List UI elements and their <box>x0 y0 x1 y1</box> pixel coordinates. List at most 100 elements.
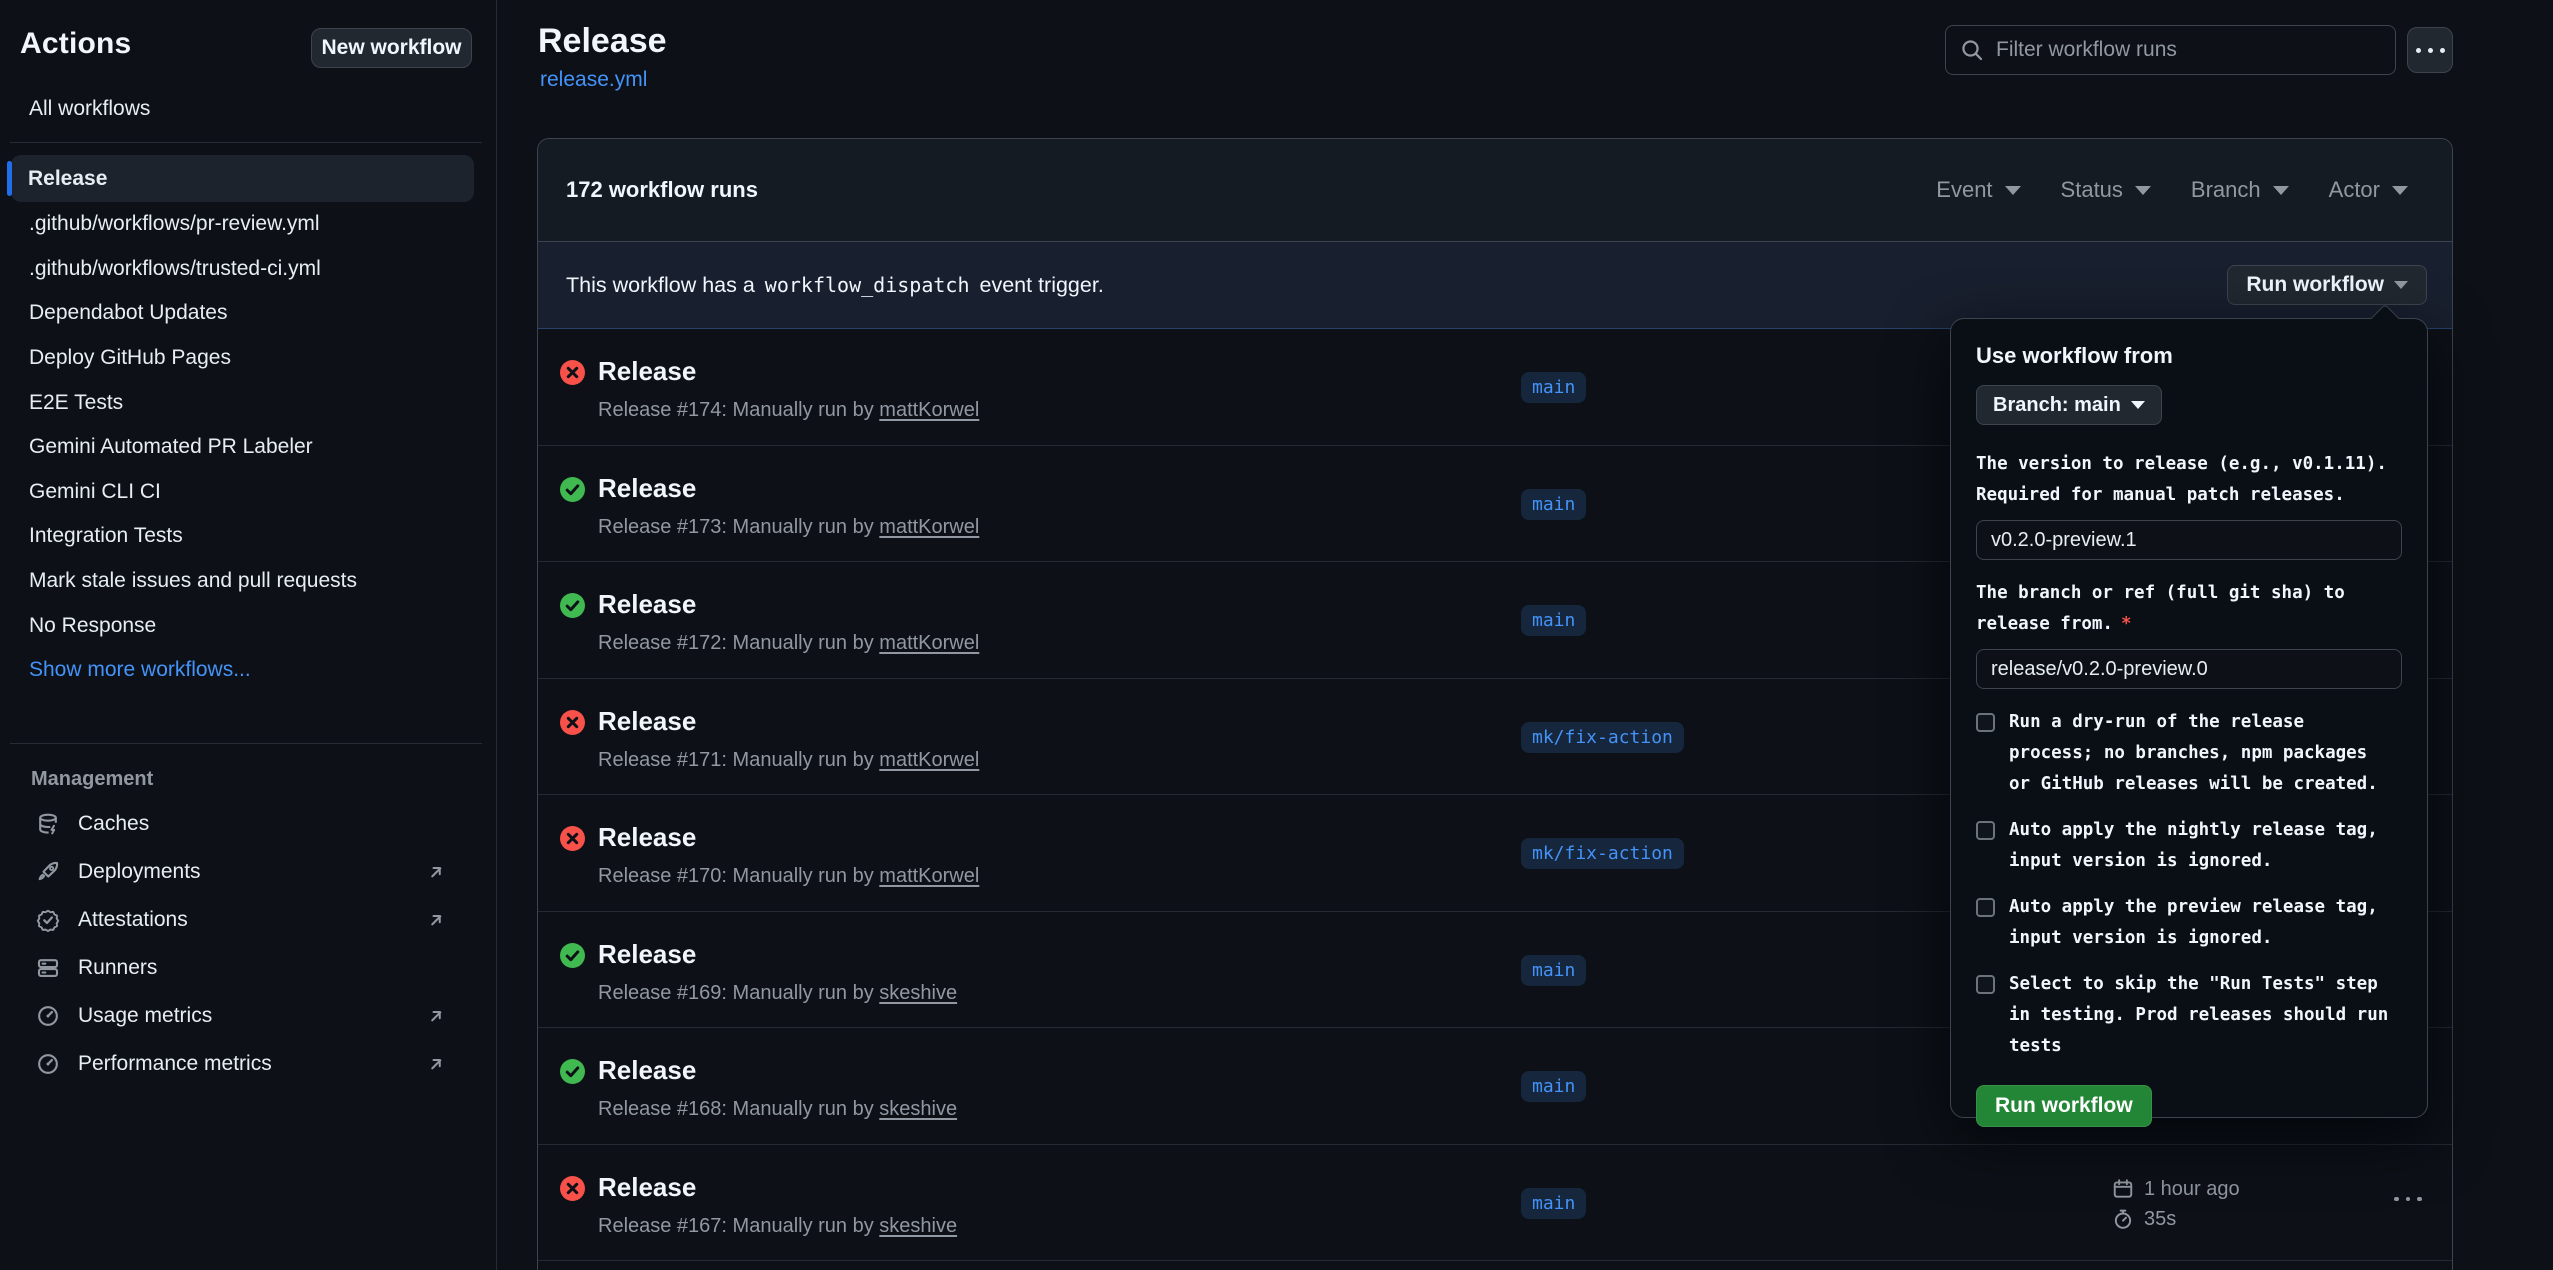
sidebar-title: Actions <box>20 27 131 61</box>
checkbox[interactable] <box>1976 713 1995 732</box>
run-kebab-menu[interactable] <box>2394 1197 2422 1202</box>
sidebar-divider <box>10 142 482 143</box>
sidebar-item-selected-workflow[interactable]: Release <box>11 155 474 202</box>
run-description: Release #172: Manually run by mattKorwel <box>598 632 979 655</box>
sidebar-item-attestations[interactable]: Attestations <box>12 896 474 944</box>
new-workflow-button[interactable]: New workflow <box>311 28 472 68</box>
run-title-link[interactable]: Release <box>598 1172 696 1203</box>
branch-badge[interactable]: main <box>1521 372 1586 403</box>
runs-count: 172 workflow runs <box>566 177 758 203</box>
branch-badge[interactable]: main <box>1521 955 1586 986</box>
run-description: Release #167: Manually run by skeshive <box>598 1215 957 1238</box>
ref-input[interactable] <box>1976 649 2402 689</box>
sidebar-item-runners[interactable]: Runners <box>12 944 474 992</box>
run-actor-link[interactable]: mattKorwel <box>879 749 979 771</box>
checkbox[interactable] <box>1976 821 1995 840</box>
version-field-label: The version to release (e.g., v0.1.11). … <box>1976 449 2402 511</box>
version-input[interactable] <box>1976 520 2402 560</box>
sidebar-item-workflow[interactable]: Dependabot Updates <box>12 291 474 336</box>
workflow-options-list: Run a dry-run of the release process; no… <box>1976 707 2402 1062</box>
sidebar-item-workflow[interactable]: No Response <box>12 603 474 648</box>
run-description: Release #173: Manually run by mattKorwel <box>598 516 979 539</box>
banner-suffix: event trigger. <box>980 273 1104 298</box>
sidebar-item-workflow[interactable]: Deploy GitHub Pages <box>12 336 474 381</box>
run-title-link[interactable]: Release <box>598 706 696 737</box>
run-actor-link[interactable]: skeshive <box>879 1098 957 1120</box>
runs-filter-actor[interactable]: Actor <box>2329 177 2408 203</box>
run-workflow-submit-button[interactable]: Run workflow <box>1976 1085 2152 1127</box>
branch-badge[interactable]: mk/fix-action <box>1521 838 1684 869</box>
kebab-icon <box>2416 48 2445 53</box>
branch-selector-button[interactable]: Branch: main <box>1976 385 2162 425</box>
branch-badge[interactable]: main <box>1521 489 1586 520</box>
workflow-file-link[interactable]: release.yml <box>540 68 647 92</box>
sidebar-item-usage-metrics[interactable]: Usage metrics <box>12 992 474 1040</box>
run-meta: 1 hour ago 35s <box>2112 1178 2240 1231</box>
sidebar-item-deployments[interactable]: Deployments <box>12 848 474 896</box>
runs-filter-label: Branch <box>2191 177 2261 203</box>
chevron-down-icon <box>2005 186 2021 195</box>
branch-badge[interactable]: main <box>1521 1071 1586 1102</box>
sidebar-item-workflow[interactable]: Gemini Automated PR Labeler <box>12 425 474 470</box>
run-title-link[interactable]: Release <box>598 356 696 387</box>
success-check-icon <box>560 1059 585 1084</box>
sidebar-item-all-workflows[interactable]: All workflows <box>12 86 474 131</box>
workflow-option-checkbox-row[interactable]: Auto apply the preview release tag, inpu… <box>1976 892 2402 954</box>
run-title-link[interactable]: Release <box>598 1055 696 1086</box>
workflow-option-checkbox-row[interactable]: Run a dry-run of the release process; no… <box>1976 707 2402 800</box>
meter-icon <box>36 1004 60 1028</box>
failure-x-icon <box>560 1176 585 1201</box>
run-title-link[interactable]: Release <box>598 589 696 620</box>
run-actor-link[interactable]: skeshive <box>879 1215 957 1237</box>
workflow-option-checkbox-row[interactable]: Select to skip the "Run Tests" step in t… <box>1976 969 2402 1062</box>
runs-filter-event[interactable]: Event <box>1936 177 2020 203</box>
sidebar-item-workflow[interactable]: .github/workflows/pr-review.yml <box>12 202 474 247</box>
github-actions-page: Actions New workflow All workflows Relea… <box>0 0 2553 1270</box>
sidebar-item-workflow[interactable]: E2E Tests <box>12 380 474 425</box>
sidebar-item-workflow[interactable]: Integration Tests <box>12 514 474 559</box>
sidebar-item-workflow[interactable]: Gemini CLI CI <box>12 470 474 515</box>
run-actor-link[interactable]: mattKorwel <box>879 516 979 538</box>
sidebar-item-workflow[interactable]: Mark stale issues and pull requests <box>12 559 474 604</box>
run-actor-link[interactable]: mattKorwel <box>879 399 979 421</box>
success-check-icon <box>560 943 585 968</box>
run-title-link[interactable]: Release <box>598 822 696 853</box>
runs-card-header: 172 workflow runs Event Status Branch Ac… <box>538 139 2452 242</box>
checkbox[interactable] <box>1976 975 1995 994</box>
page-kebab-menu-button[interactable] <box>2407 27 2453 73</box>
required-asterisk: * <box>2121 614 2132 634</box>
runs-filter-label: Actor <box>2329 177 2380 203</box>
checkbox-label: Select to skip the "Run Tests" step in t… <box>2009 969 2388 1062</box>
run-workflow-dropdown-button[interactable]: Run workflow <box>2227 265 2427 305</box>
run-description: Release #174: Manually run by mattKorwel <box>598 399 979 422</box>
checkbox[interactable] <box>1976 898 1995 917</box>
banner-event-code: workflow_dispatch <box>765 273 970 297</box>
run-actor-link[interactable]: mattKorwel <box>879 865 979 887</box>
run-description: Release #168: Manually run by skeshive <box>598 1098 957 1121</box>
workflow-option-checkbox-row[interactable]: Auto apply the nightly release tag, inpu… <box>1976 815 2402 877</box>
sidebar-item-caches[interactable]: Caches <box>12 800 474 848</box>
sidebar-item-workflow[interactable]: .github/workflows/trusted-ci.yml <box>12 247 474 292</box>
sidebar-item-performance-metrics[interactable]: Performance metrics <box>12 1040 474 1088</box>
rocket-icon <box>36 860 60 884</box>
external-link-icon <box>426 910 446 930</box>
failure-x-icon <box>560 360 585 385</box>
branch-badge[interactable]: main <box>1521 1188 1586 1219</box>
run-title-link[interactable]: Release <box>598 473 696 504</box>
runs-filter-status[interactable]: Status <box>2061 177 2151 203</box>
sidebar-divider <box>10 743 482 744</box>
run-description: Release #169: Manually run by skeshive <box>598 982 957 1005</box>
branch-badge[interactable]: main <box>1521 605 1586 636</box>
use-workflow-from-label: Use workflow from <box>1976 343 2402 369</box>
management-item-label: Deployments <box>78 860 201 884</box>
management-section-label: Management <box>31 768 153 791</box>
runs-filter-branch[interactable]: Branch <box>2191 177 2289 203</box>
run-actor-link[interactable]: skeshive <box>879 982 957 1004</box>
management-item-label: Runners <box>78 956 157 980</box>
run-actor-link[interactable]: mattKorwel <box>879 632 979 654</box>
run-title-link[interactable]: Release <box>598 939 696 970</box>
meter-icon <box>36 1052 60 1076</box>
branch-badge[interactable]: mk/fix-action <box>1521 722 1684 753</box>
show-more-workflows-link[interactable]: Show more workflows... <box>12 648 474 693</box>
filter-runs-input[interactable] <box>1996 38 2381 62</box>
